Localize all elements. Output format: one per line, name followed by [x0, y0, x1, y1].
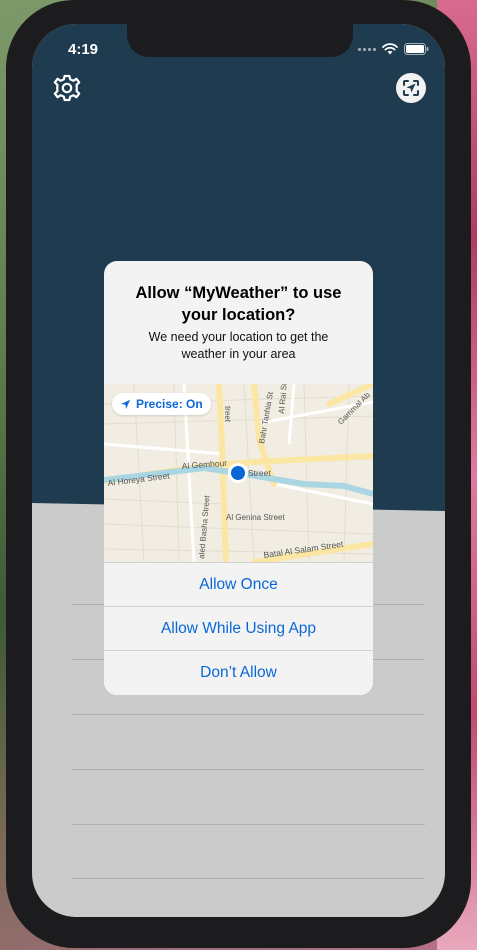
status-time: 4:19: [68, 41, 99, 58]
allow-once-button[interactable]: Allow Once: [104, 562, 373, 607]
current-location-dot: [231, 466, 245, 480]
settings-button[interactable]: [50, 71, 84, 105]
alert-title: Allow “MyWeather” to use your location?: [135, 284, 342, 324]
locate-button[interactable]: [394, 71, 428, 105]
location-arrow-icon: [120, 399, 131, 409]
allow-while-using-button[interactable]: Allow While Using App: [104, 606, 373, 651]
precise-label: Precise: On: [136, 397, 203, 411]
status-icons: [358, 43, 429, 55]
list-separator: [72, 878, 425, 879]
battery-icon: [404, 43, 429, 55]
list-separator: [72, 824, 425, 825]
location-map: Al Horeya Street Al Gemhour Street Al Ge…: [104, 384, 373, 562]
location-scan-icon: [396, 73, 426, 103]
alert-message: We need your location to get the weather…: [148, 330, 329, 361]
cellular-signal-icon: [358, 47, 376, 51]
map-label: Al Genina Street: [226, 513, 285, 522]
list-separator: [72, 769, 425, 770]
map-label: Street: [248, 468, 271, 478]
list-separator: [72, 714, 425, 715]
wifi-icon: [382, 43, 398, 55]
map-label: treet: [223, 406, 232, 423]
gear-icon: [53, 74, 81, 102]
precise-toggle[interactable]: Precise: On: [112, 393, 211, 415]
phone-frame: 4:19 Allow “MyWeather” to use your locat…: [6, 0, 471, 948]
dont-allow-button[interactable]: Don’t Allow: [104, 650, 373, 695]
app-screen: 4:19 Allow “MyWeather” to use your locat…: [32, 24, 445, 917]
location-permission-alert: Allow “MyWeather” to use your location? …: [104, 261, 373, 695]
device-notch: [127, 24, 353, 57]
